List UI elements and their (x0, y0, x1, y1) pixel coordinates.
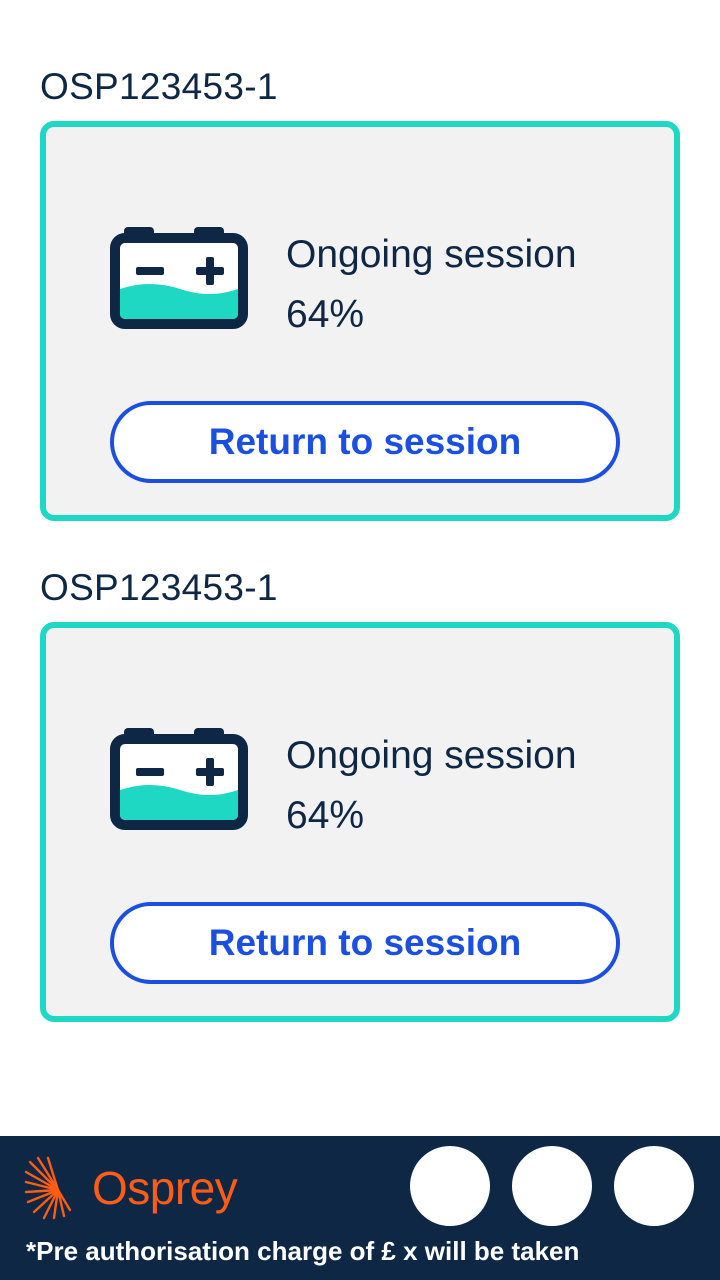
battery-charging-icon (110, 728, 248, 830)
session-status: Ongoing session 64% (286, 726, 577, 846)
return-to-session-button[interactable]: Return to session (110, 902, 620, 984)
brand-logo: Osprey (24, 1156, 238, 1220)
circle-placeholder-icon[interactable] (512, 1146, 592, 1226)
charge-percent: 64% (286, 293, 365, 336)
charger-id-label: OSP123453-1 (40, 567, 278, 608)
return-to-session-button[interactable]: Return to session (110, 401, 620, 483)
session-status: Ongoing session 64% (286, 225, 577, 345)
osprey-burst-icon (24, 1156, 72, 1220)
charge-percent: 64% (286, 794, 365, 837)
session-status-label: Ongoing session (286, 734, 577, 777)
brand-name: Osprey (92, 1162, 238, 1214)
session-status-label: Ongoing session (286, 233, 577, 276)
battery-charging-icon (110, 227, 248, 329)
charger-id-label: OSP123453-1 (40, 66, 278, 107)
circle-placeholder-icon[interactable] (410, 1146, 490, 1226)
session-card[interactable]: Ongoing session 64% Return to session (40, 622, 680, 1022)
session-card[interactable]: Ongoing session 64% Return to session (40, 121, 680, 521)
sessions-screen: OSP123453-1 Ongoing session 64% Return t… (0, 0, 720, 1280)
footer-bar: Osprey *Pre authorisation charge of £ x … (0, 1136, 720, 1280)
pre-authorisation-note: *Pre authorisation charge of £ x will be… (26, 1236, 580, 1266)
circle-placeholder-icon[interactable] (614, 1146, 694, 1226)
